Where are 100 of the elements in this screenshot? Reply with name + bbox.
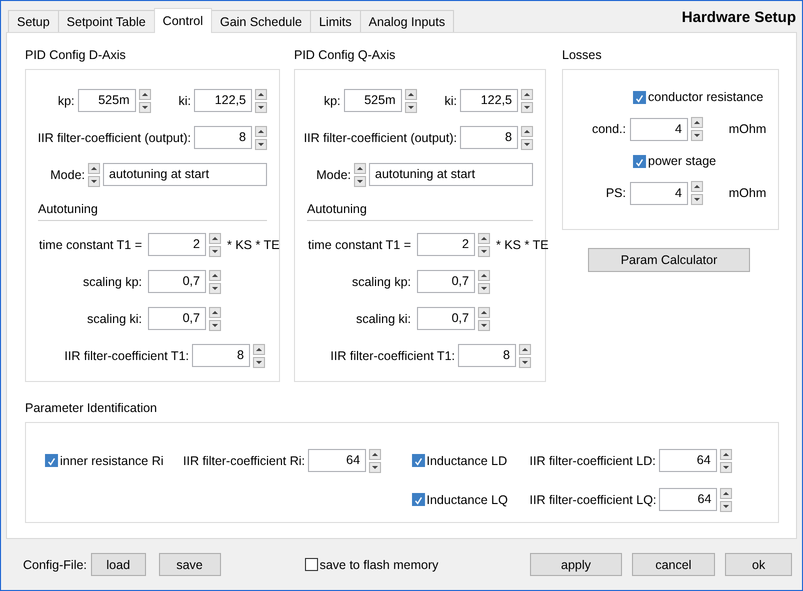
spin-up-button[interactable] — [354, 162, 366, 174]
field-label: IIR filter-coefficient LD: — [530, 454, 656, 468]
number-field[interactable]: 525m — [344, 89, 402, 112]
number-field[interactable]: 8 — [458, 344, 516, 367]
spin-up-button[interactable] — [691, 181, 703, 192]
spin-down-button[interactable] — [478, 282, 490, 294]
field-label: cond.: — [590, 122, 626, 136]
spin-up-button[interactable] — [521, 88, 533, 100]
tab[interactable]: Control — [154, 8, 212, 33]
number-field[interactable]: 2 — [148, 233, 206, 256]
tab[interactable]: Setup — [8, 10, 59, 32]
field-label: IIR filter-coefficient (output): — [304, 130, 457, 144]
number-field[interactable]: 64 — [308, 449, 366, 472]
spin-down-button[interactable] — [519, 356, 531, 368]
spin-up-button[interactable] — [255, 126, 267, 136]
field-label: ki: — [178, 94, 191, 108]
number-field[interactable]: 4 — [630, 182, 688, 204]
spin-up-button[interactable] — [478, 232, 490, 244]
spin-down-button[interactable] — [209, 320, 221, 330]
checkbox[interactable] — [412, 493, 424, 506]
spin-up-button[interactable] — [253, 344, 265, 354]
mode-field[interactable]: autotuning at start — [369, 163, 533, 186]
spin-up-button[interactable] — [478, 270, 490, 280]
field-label: PS: — [604, 186, 626, 200]
spin-down-button[interactable] — [255, 102, 267, 112]
checkbox[interactable] — [633, 154, 646, 168]
checkbox[interactable] — [633, 90, 646, 104]
spin-up-button[interactable] — [519, 344, 531, 354]
window-title: Hardware Setup — [682, 8, 796, 26]
checkbox[interactable] — [45, 454, 58, 467]
spin-up-button[interactable] — [209, 270, 221, 280]
spin-up-button[interactable] — [138, 88, 150, 100]
tab[interactable]: Setpoint Table — [58, 10, 155, 32]
spin-up-button[interactable] — [209, 232, 221, 244]
spin-down-button[interactable] — [691, 130, 703, 141]
number-field[interactable]: 4 — [630, 118, 688, 140]
number-field[interactable]: 122,5 — [460, 89, 518, 112]
field-label: IIR filter-coefficient T1: — [330, 348, 455, 362]
section-title: Autotuning — [307, 202, 368, 216]
number-field[interactable]: 8 — [192, 344, 250, 367]
number-field[interactable]: 0,7 — [417, 307, 475, 330]
spin-down-button[interactable] — [255, 138, 267, 150]
spin-up-button[interactable] — [521, 126, 533, 136]
spin-down-button[interactable] — [88, 176, 100, 186]
checkbox[interactable] — [304, 558, 318, 571]
dialog-button[interactable]: ok — [725, 553, 792, 576]
spin-down-button[interactable] — [691, 194, 703, 205]
field-label: kp: — [324, 94, 340, 108]
spin-down-button[interactable] — [369, 462, 382, 472]
tab[interactable]: Analog Inputs — [360, 10, 454, 32]
number-field[interactable]: 64 — [659, 488, 718, 511]
spin-down-button[interactable] — [253, 356, 265, 368]
number-field[interactable]: 0,7 — [148, 270, 206, 293]
number-field[interactable]: 8 — [194, 126, 252, 149]
spin-down-button[interactable] — [209, 246, 221, 256]
spin-up-button[interactable] — [691, 117, 703, 128]
field-label: scaling kp: — [350, 274, 411, 288]
spin-down-button[interactable] — [720, 462, 732, 472]
unit-label: * KS * TE — [496, 238, 549, 252]
number-field[interactable]: 525m — [78, 89, 136, 112]
mode-field[interactable]: autotuning at start — [103, 163, 267, 186]
spin-down-button[interactable] — [354, 176, 366, 186]
group-title: Losses — [562, 47, 603, 63]
spin-up-button[interactable] — [720, 448, 732, 460]
number-field[interactable]: 8 — [460, 126, 518, 149]
spin-down-button[interactable] — [521, 102, 533, 112]
spin-up-button[interactable] — [478, 306, 490, 318]
spin-down-button[interactable] — [521, 138, 533, 150]
dialog-button[interactable]: apply — [530, 553, 622, 576]
field-label: time constant T1 = — [38, 238, 142, 252]
field-label: scaling ki: — [355, 312, 411, 326]
spin-up-button[interactable] — [88, 162, 100, 174]
dialog-button[interactable]: cancel — [632, 553, 716, 576]
file-button[interactable]: save — [158, 553, 221, 576]
spin-down-button[interactable] — [478, 320, 490, 330]
section-title: Autotuning — [38, 202, 99, 216]
param-calculator-button[interactable]: Param Calculator — [588, 248, 750, 272]
checkbox[interactable] — [412, 454, 424, 467]
checkbox-label: inner resistance Ri — [60, 454, 164, 468]
group-title: Parameter Identification — [25, 400, 158, 416]
spin-up-button[interactable] — [369, 448, 382, 460]
unit-label: mOhm — [728, 122, 768, 136]
spin-down-button[interactable] — [404, 102, 416, 112]
field-label: IIR filter-coefficient (output): — [38, 130, 191, 144]
spin-up-button[interactable] — [404, 88, 416, 100]
spin-up-button[interactable] — [255, 88, 267, 100]
file-button[interactable]: load — [90, 553, 146, 576]
number-field[interactable]: 122,5 — [194, 89, 252, 112]
field-label: IIR filter-coefficient Ri: — [183, 454, 306, 468]
spin-down-button[interactable] — [478, 246, 490, 256]
spin-up-button[interactable] — [720, 488, 732, 498]
number-field[interactable]: 0,7 — [148, 307, 206, 330]
spin-down-button[interactable] — [209, 282, 221, 294]
number-field[interactable]: 64 — [658, 449, 717, 472]
spin-down-button[interactable] — [720, 500, 732, 512]
number-field[interactable]: 0,7 — [417, 270, 475, 293]
spin-up-button[interactable] — [209, 306, 221, 318]
number-field[interactable]: 2 — [417, 233, 475, 256]
spin-down-button[interactable] — [138, 102, 150, 112]
field-label: ki: — [444, 94, 457, 108]
